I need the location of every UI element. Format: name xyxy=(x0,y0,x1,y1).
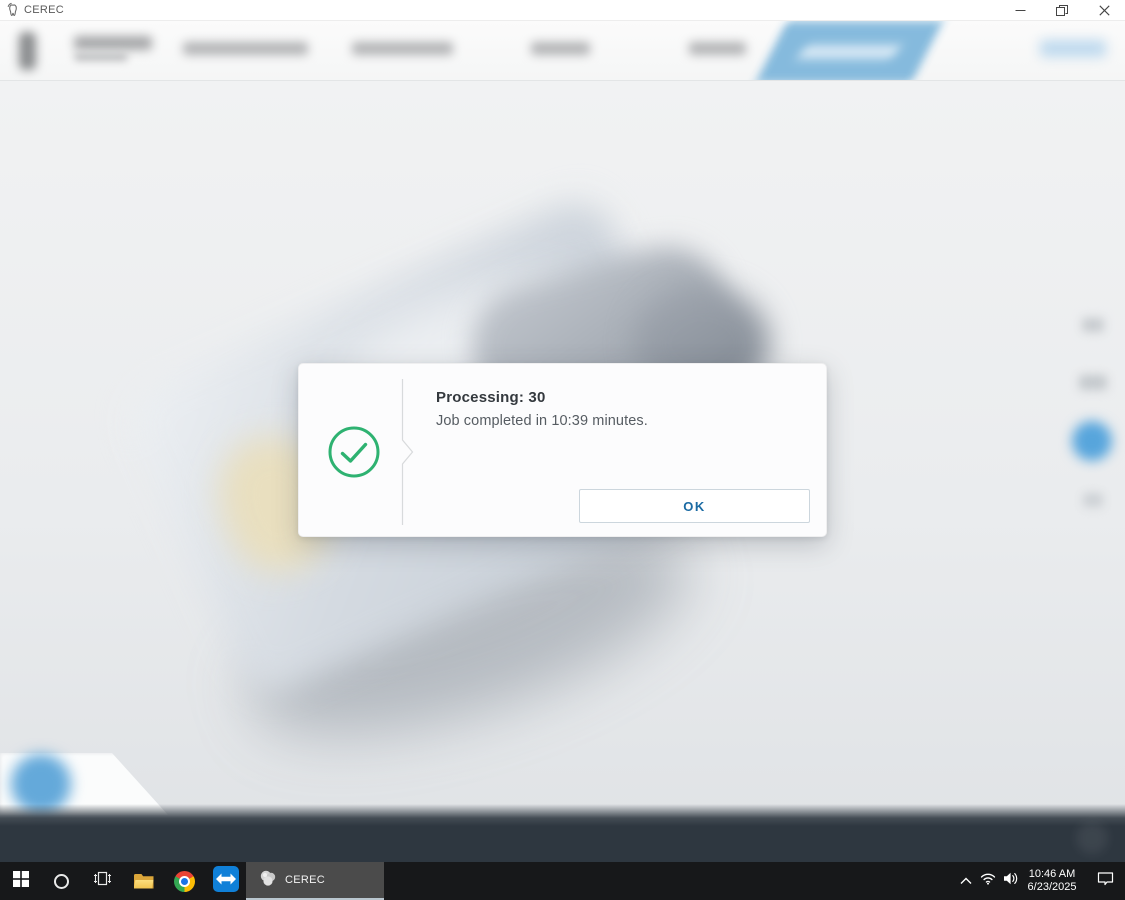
tray-expand-button[interactable] xyxy=(955,862,977,900)
windows-taskbar: CEREC xyxy=(0,862,1125,900)
taskbar-cerec-app[interactable]: CEREC xyxy=(246,862,384,900)
volume-button[interactable] xyxy=(999,862,1023,900)
title-bar: CEREC xyxy=(0,0,1125,21)
taskbar-clock[interactable]: 10:46 AM 6/23/2025 xyxy=(1023,868,1085,894)
patient-info-blurred xyxy=(74,53,128,61)
nav-right-action-blurred xyxy=(1040,40,1106,57)
check-circle-icon xyxy=(327,425,381,479)
file-explorer-button[interactable] xyxy=(123,862,164,900)
clock-time: 10:46 AM xyxy=(1023,868,1081,881)
action-center-button[interactable] xyxy=(1085,862,1125,900)
menu-icon xyxy=(19,32,36,70)
volume-icon xyxy=(1003,872,1019,890)
minimize-button[interactable] xyxy=(999,0,1041,21)
nav-phase-3-blurred xyxy=(531,42,590,55)
cerec-tooth-icon xyxy=(5,2,21,23)
chevron-up-icon xyxy=(960,872,972,890)
wifi-icon xyxy=(980,872,996,890)
network-button[interactable] xyxy=(977,862,999,900)
ok-button[interactable]: OK xyxy=(579,489,810,523)
system-tray: 10:46 AM 6/23/2025 xyxy=(955,862,1125,900)
side-tool-icon-1-blurred xyxy=(1082,318,1104,332)
close-button[interactable] xyxy=(1083,0,1125,21)
dialog-title: Processing: 30 xyxy=(436,389,546,406)
teamviewer-icon xyxy=(213,866,239,897)
nav-phase-2-blurred xyxy=(352,42,453,55)
side-tool-icon-3-blurred xyxy=(1083,493,1103,507)
task-view-icon xyxy=(94,871,111,891)
side-tool-active-blurred xyxy=(1072,421,1112,461)
cerec-tooth-icon xyxy=(258,868,278,893)
cortana-search-button[interactable] xyxy=(41,862,82,900)
processing-complete-dialog: Processing: 30 Job completed in 10:39 mi… xyxy=(298,363,827,537)
divider-chevron xyxy=(401,379,415,525)
nav-active-phase-label-blurred xyxy=(798,46,900,58)
patient-name-blurred xyxy=(74,36,152,50)
nav-phase-1-blurred xyxy=(183,42,308,55)
nav-active-phase-blurred xyxy=(755,21,943,81)
dialog-message: Job completed in 10:39 minutes. xyxy=(436,413,648,429)
clock-date: 6/23/2025 xyxy=(1023,881,1081,894)
teamviewer-button[interactable] xyxy=(205,862,246,900)
start-button[interactable] xyxy=(0,862,41,900)
side-tool-icon-2-blurred xyxy=(1079,375,1107,390)
window-title: CEREC xyxy=(24,4,64,16)
bottom-toolbar-icon-blurred xyxy=(1076,822,1108,854)
taskbar-cerec-label: CEREC xyxy=(285,874,325,886)
restore-button[interactable] xyxy=(1041,0,1083,21)
bottom-toolbar xyxy=(0,804,1125,862)
task-view-button[interactable] xyxy=(82,862,123,900)
start-icon xyxy=(13,871,29,892)
chrome-icon xyxy=(174,871,195,892)
nav-phase-4-blurred xyxy=(689,42,746,55)
cortana-search-icon xyxy=(54,874,69,889)
file-explorer-icon xyxy=(134,874,154,889)
chrome-button[interactable] xyxy=(164,862,205,900)
window-controls xyxy=(999,0,1125,21)
action-center-icon xyxy=(1097,871,1114,891)
cerec-app-window: CEREC xyxy=(0,0,1125,900)
phase-navigation-bar xyxy=(0,21,1125,81)
